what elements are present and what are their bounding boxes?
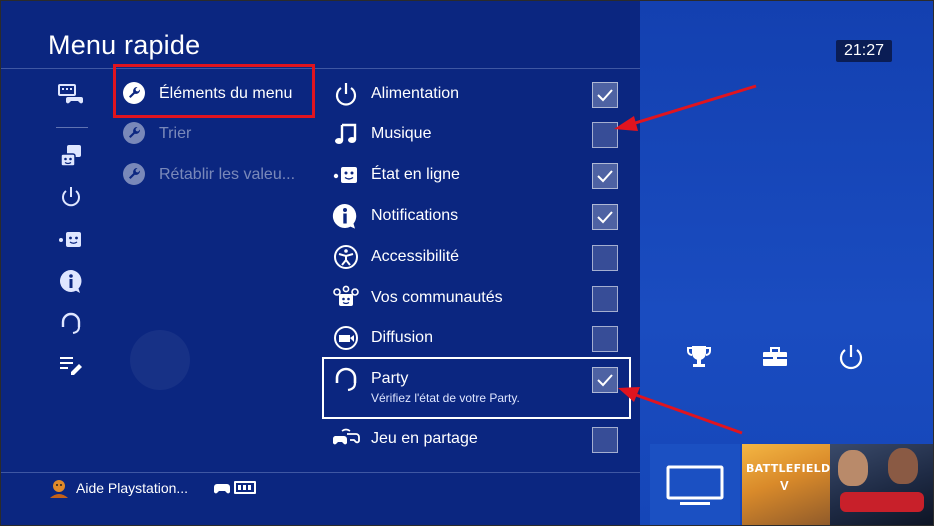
home-function-icons — [680, 340, 880, 374]
power-icon[interactable] — [58, 184, 84, 210]
footer-username: Aide Playstation... — [76, 480, 189, 496]
menu-item-label: Jeu en partage — [371, 430, 478, 447]
tile-subtitle: V — [780, 478, 789, 493]
highlight-box-menu-elements — [113, 64, 315, 118]
edit-list-icon[interactable] — [58, 352, 84, 378]
background-ghost-icon — [130, 330, 190, 390]
checkbox[interactable] — [592, 427, 618, 453]
menu-item-power[interactable]: Alimentation — [330, 74, 620, 114]
faces-icon[interactable] — [58, 143, 84, 169]
communities-icon — [332, 285, 360, 311]
menu-item-music[interactable]: Musique — [330, 114, 620, 154]
menu-item-accessibility[interactable]: Accessibilité — [330, 237, 620, 277]
share-play-icon — [332, 426, 360, 452]
submenu-item-sort[interactable]: Trier — [120, 119, 305, 149]
wrench-icon — [123, 122, 145, 144]
checkbox[interactable] — [592, 82, 618, 108]
avatar[interactable] — [48, 478, 70, 498]
info-icon[interactable] — [58, 268, 84, 294]
wrench-icon — [123, 163, 145, 185]
status-face-icon[interactable] — [58, 226, 84, 252]
keyboard-controller-icon[interactable] — [58, 82, 84, 108]
battlefield-v-tile[interactable]: BATTLEFIELD V — [742, 444, 830, 526]
title-divider — [0, 68, 640, 69]
music-note-icon — [332, 121, 360, 147]
status-face-icon — [332, 162, 360, 188]
footer-divider — [0, 472, 640, 473]
checkbox[interactable] — [592, 245, 618, 271]
power-icon[interactable] — [834, 340, 868, 374]
content-tiles: BATTLEFIELD V — [650, 444, 934, 526]
submenu-item-reset[interactable]: Rétablir les valeu... — [120, 160, 305, 190]
menu-item-broadcast[interactable]: Diffusion — [330, 318, 620, 358]
submenu-item-label: Trier — [159, 125, 192, 142]
menu-item-label: Accessibilité — [371, 248, 460, 265]
quick-menu-panel: Menu rapide Éléments du menu Trier Rétab… — [0, 0, 640, 526]
menu-item-online-status[interactable]: État en ligne — [330, 155, 620, 195]
menu-item-label: Alimentation — [371, 85, 460, 102]
tv-tile[interactable] — [650, 444, 740, 526]
checkbox[interactable] — [592, 204, 618, 230]
checkbox[interactable] — [592, 326, 618, 352]
page-title: Menu rapide — [48, 30, 201, 60]
selection-highlight-party — [322, 357, 631, 419]
menu-item-label: État en ligne — [371, 166, 460, 183]
menu-item-communities[interactable]: Vos communautés — [330, 278, 620, 318]
headset-icon[interactable] — [58, 310, 84, 336]
f1-2019-tile[interactable] — [830, 444, 934, 526]
driver-face-image — [888, 448, 918, 484]
menu-item-label: Diffusion — [371, 329, 433, 346]
info-icon — [332, 203, 360, 229]
menu-item-label: Musique — [371, 125, 432, 142]
sidebar-separator — [56, 127, 88, 128]
checkbox[interactable] — [592, 163, 618, 189]
menu-item-notifications[interactable]: Notifications — [330, 196, 620, 236]
race-car-image — [840, 492, 924, 512]
controller-icon — [214, 482, 230, 494]
power-icon — [332, 81, 360, 107]
toolbox-icon[interactable] — [758, 340, 792, 374]
checkbox[interactable] — [592, 122, 618, 148]
broadcast-icon — [332, 325, 360, 351]
menu-item-label: Notifications — [371, 207, 459, 224]
tile-title: BATTLEFIELD — [746, 462, 831, 475]
battery-icon — [234, 481, 256, 494]
clock: 21:27 — [836, 40, 892, 62]
menu-item-label: Vos communautés — [371, 289, 503, 306]
menu-item-share-play[interactable]: Jeu en partage — [330, 419, 620, 459]
checkbox[interactable] — [592, 286, 618, 312]
submenu-item-label: Rétablir les valeu... — [159, 166, 296, 183]
driver-face-image — [838, 450, 868, 486]
accessibility-icon — [332, 244, 360, 270]
trophy-icon[interactable] — [682, 340, 716, 374]
